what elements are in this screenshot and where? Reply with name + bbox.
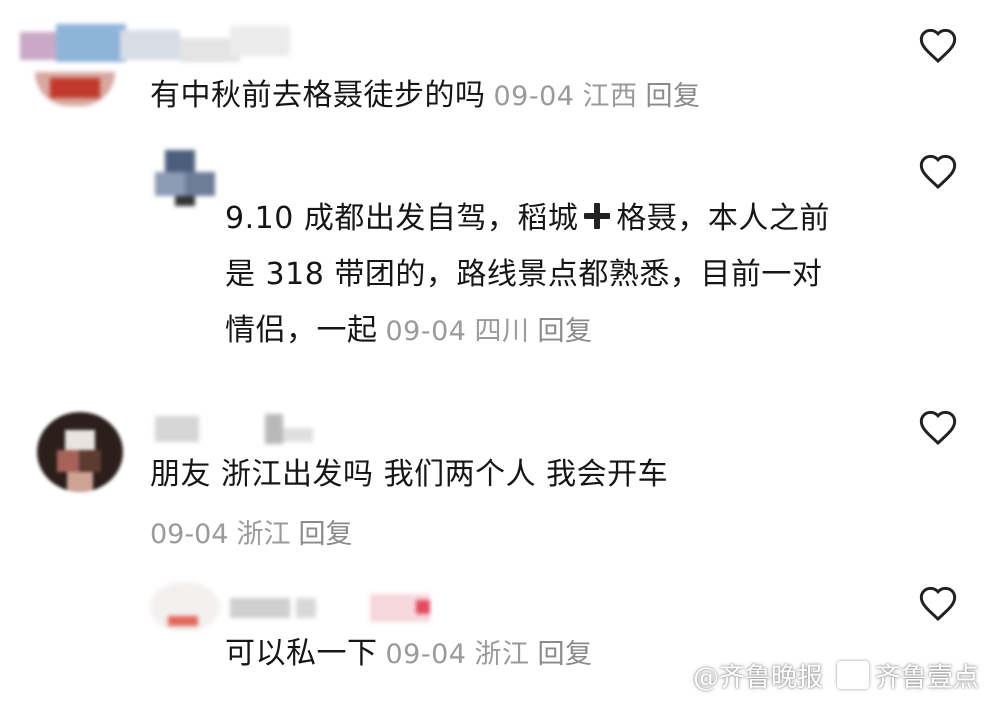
comment-body: 有中秋前去格聂徒步的吗 09-04 江西 回复 [150,68,700,125]
plus-icon [582,201,612,231]
reply-button[interactable]: 回复 [645,81,700,112]
avatar[interactable] [155,150,235,206]
comment-body: 可以私一下 09-04 浙江 回复 [225,626,592,683]
comment-date: 09-04 [493,81,575,112]
comment-text: 可以私一下 [225,636,378,671]
comment-text-line: 9.10 成都出发自驾，稻城 [225,201,579,236]
comment-location: 浙江 [236,519,291,550]
comment-meta: 09-04 浙江 回复 [150,512,352,551]
watermark-right: 齐鲁壹点 [874,663,979,693]
comment-text: 有中秋前去格聂徒步的吗 [150,78,486,113]
comment-location: 浙江 [474,639,530,670]
avatar[interactable] [35,72,115,106]
reply-button[interactable]: 回复 [537,639,592,670]
reply-button[interactable]: 回复 [537,316,592,347]
heart-outline-icon[interactable] [918,584,958,624]
heart-outline-icon[interactable] [918,408,958,448]
media-icon [836,661,869,689]
comment-text-line: 格聂，本人之前 [616,201,830,236]
watermark-left: @齐鲁晚报 [692,663,823,693]
comment-text-line: 情侣，一起 [225,313,378,348]
username-blurred [230,590,460,624]
comment-date: 09-04 [385,316,467,347]
comment-body: 朋友 浙江出发吗 我们两个人 我会开车 [150,447,668,503]
watermark: @齐鲁晚报 齐鲁壹点 [693,657,979,694]
avatar[interactable] [150,582,220,632]
comment-body: 9.10 成都出发自驾，稻城 格聂，本人之前 是 318 带团的，路线景点都熟悉，… [225,191,830,360]
reply-button[interactable]: 回复 [298,519,352,550]
comment-text: 朋友 浙江出发吗 我们两个人 我会开车 [150,457,669,492]
avatar[interactable] [37,412,123,492]
comment-date: 09-04 [385,639,467,670]
comment-location: 四川 [474,316,530,347]
comment-text-line: 是 318 带团的，路线景点都熟悉，目前一对 [225,257,823,292]
username-blurred [155,412,315,446]
heart-outline-icon[interactable] [918,152,958,192]
comment-location: 江西 [582,81,638,112]
comment-thread: 有中秋前去格聂徒步的吗 09-04 江西 回复 9.10 成都出发自驾，稻城 格聂，本人… [0,0,993,702]
comment-date: 09-04 [150,519,229,550]
heart-outline-icon[interactable] [918,26,958,66]
